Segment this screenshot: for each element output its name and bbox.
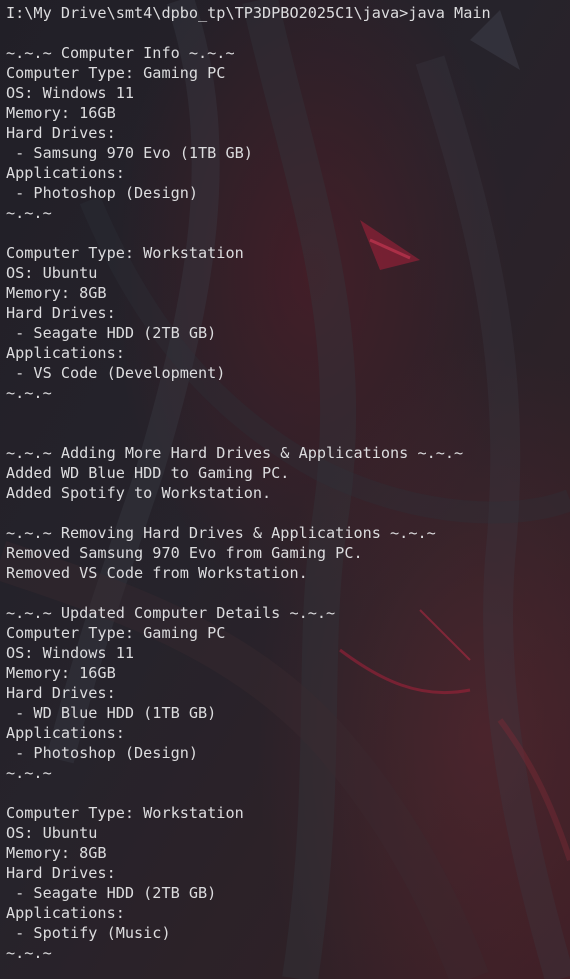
output-line: Hard Drives: [6,684,116,702]
output-line: ~.~.~ Updated Computer Details ~.~.~ [6,604,336,622]
output-line: - Photoshop (Design) [6,184,199,202]
output-line: Memory: 16GB [6,664,116,682]
output-line: - Photoshop (Design) [6,744,199,762]
command-prompt: I:\My Drive\smt4\dpbo_tp\TP3DPBO2025C1\j… [6,4,409,22]
output-line: - Spotify (Music) [6,924,171,942]
output-line: ~.~.~ [6,944,52,962]
output-line: - WD Blue HDD (1TB GB) [6,704,217,722]
output-line: ~.~.~ [6,764,52,782]
output-line: Hard Drives: [6,864,116,882]
output-line: OS: Windows 11 [6,84,135,102]
output-line: Applications: [6,164,125,182]
output-line: ~.~.~ [6,384,52,402]
output-line: Removed VS Code from Workstation. [6,564,308,582]
output-line: Applications: [6,904,125,922]
output-line: Computer Type: Gaming PC [6,64,226,82]
command-input: java Main [408,4,491,22]
output-line: Applications: [6,724,125,742]
output-line: - Seagate HDD (2TB GB) [6,324,217,342]
output-line: OS: Ubuntu [6,824,98,842]
output-line: ~.~.~ Computer Info ~.~.~ [6,44,235,62]
output-line: OS: Windows 11 [6,644,135,662]
output-line: ~.~.~ Removing Hard Drives & Application… [6,524,436,542]
output-line: Added WD Blue HDD to Gaming PC. [6,464,290,482]
output-line: Applications: [6,344,125,362]
output-line: ~.~.~ [6,204,52,222]
terminal-output: ~.~.~ Computer Info ~.~.~ Computer Type: … [6,23,570,963]
output-line: - Samsung 970 Evo (1TB GB) [6,144,253,162]
output-line: Memory: 8GB [6,284,107,302]
output-line: Computer Type: Workstation [6,244,244,262]
output-line: Memory: 16GB [6,104,116,122]
output-line: Computer Type: Gaming PC [6,624,226,642]
output-line: Hard Drives: [6,304,116,322]
output-line: OS: Ubuntu [6,264,98,282]
terminal-window[interactable]: I:\My Drive\smt4\dpbo_tp\TP3DPBO2025C1\j… [0,0,570,979]
output-line: Removed Samsung 970 Evo from Gaming PC. [6,544,363,562]
output-line: Computer Type: Workstation [6,804,244,822]
command-line: I:\My Drive\smt4\dpbo_tp\TP3DPBO2025C1\j… [6,3,570,23]
output-line: - VS Code (Development) [6,364,226,382]
output-line: ~.~.~ Adding More Hard Drives & Applicat… [6,444,464,462]
output-line: - Seagate HDD (2TB GB) [6,884,217,902]
output-line: Memory: 8GB [6,844,107,862]
output-line: Hard Drives: [6,124,116,142]
output-line: Added Spotify to Workstation. [6,484,272,502]
